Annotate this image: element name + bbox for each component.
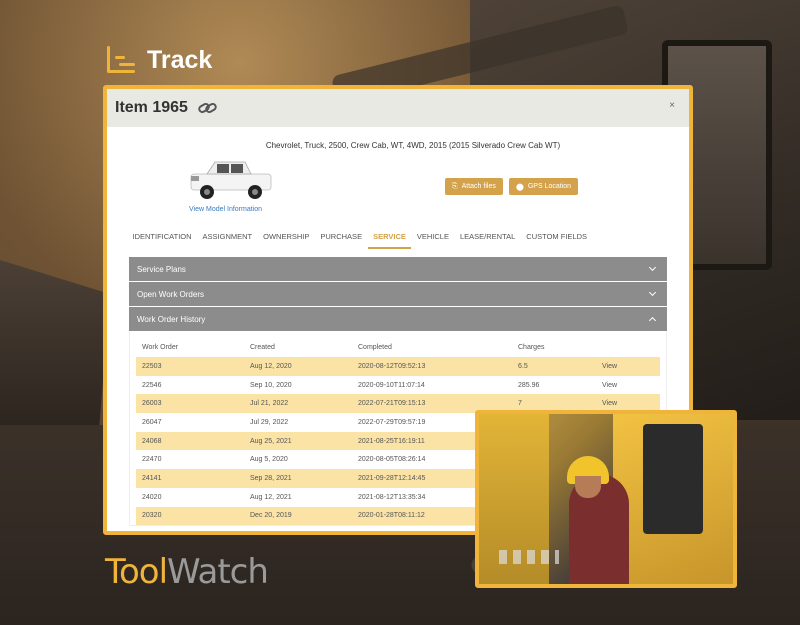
vehicle-summary: View Model Information ⎘ Attach files ⬤ … — [107, 150, 689, 222]
col-created: Created — [250, 344, 275, 351]
worker-photo — [475, 410, 737, 588]
col-charges: Charges — [518, 344, 545, 351]
table-header-row: Work Order Created Completed Charges — [136, 338, 660, 357]
col-work-order: Work Order — [142, 344, 179, 351]
track-title: Track — [147, 45, 213, 74]
attach-files-button[interactable]: ⎘ Attach files — [445, 178, 503, 195]
truck-image — [190, 161, 272, 199]
tab-service[interactable]: SERVICE — [367, 228, 412, 249]
col-action — [596, 338, 660, 357]
chart-icon — [105, 44, 137, 76]
table-row[interactable]: 22503 Aug 12, 2020 2020-08-12T09:52:13 6… — [136, 357, 660, 376]
tab-custom-fields[interactable]: CUSTOM FIELDS — [521, 228, 593, 249]
chevron-up-icon — [648, 316, 657, 325]
chevron-down-icon — [648, 288, 657, 297]
tab-vehicle[interactable]: VEHICLE — [411, 228, 454, 249]
toolwatch-logo: ToolWatch — [105, 552, 269, 592]
view-model-link[interactable]: View Model Information — [189, 206, 262, 213]
col-completed: Completed — [358, 344, 392, 351]
track-header: Track — [105, 44, 212, 76]
work-order-history-header[interactable]: Work Order History — [129, 307, 667, 332]
table-row[interactable]: 22546 Sep 10, 2020 2020-09-10T11:07:14 2… — [136, 376, 660, 395]
tab-bar: IDENTIFICATION ASSIGNMENT OWNERSHIP PURC… — [127, 228, 689, 249]
view-link[interactable]: View — [596, 376, 660, 395]
gps-location-button[interactable]: ⬤ GPS Location — [509, 178, 579, 195]
service-plans-header[interactable]: Service Plans — [129, 257, 667, 282]
view-link[interactable]: View — [596, 357, 660, 376]
close-button[interactable]: × — [669, 100, 675, 111]
tab-lease-rental[interactable]: LEASE/RENTAL — [454, 228, 520, 249]
location-pin-icon: ⬤ — [516, 183, 524, 191]
dialog-header: Item 1965 × — [107, 89, 689, 127]
background-bucket — [0, 260, 110, 430]
tab-purchase[interactable]: PURCHASE — [315, 228, 368, 249]
chevron-down-icon — [648, 263, 657, 272]
link-icon[interactable] — [196, 101, 219, 115]
tab-ownership[interactable]: OWNERSHIP — [258, 228, 315, 249]
item-title: Item 1965 — [115, 99, 188, 116]
open-work-orders-header[interactable]: Open Work Orders — [129, 282, 667, 307]
tab-assignment[interactable]: ASSIGNMENT — [197, 228, 258, 249]
paperclip-icon: ⎘ — [452, 182, 458, 190]
tab-identification[interactable]: IDENTIFICATION — [127, 228, 197, 249]
vehicle-description: Chevrolet, Truck, 2500, Crew Cab, WT, 4W… — [265, 141, 561, 150]
